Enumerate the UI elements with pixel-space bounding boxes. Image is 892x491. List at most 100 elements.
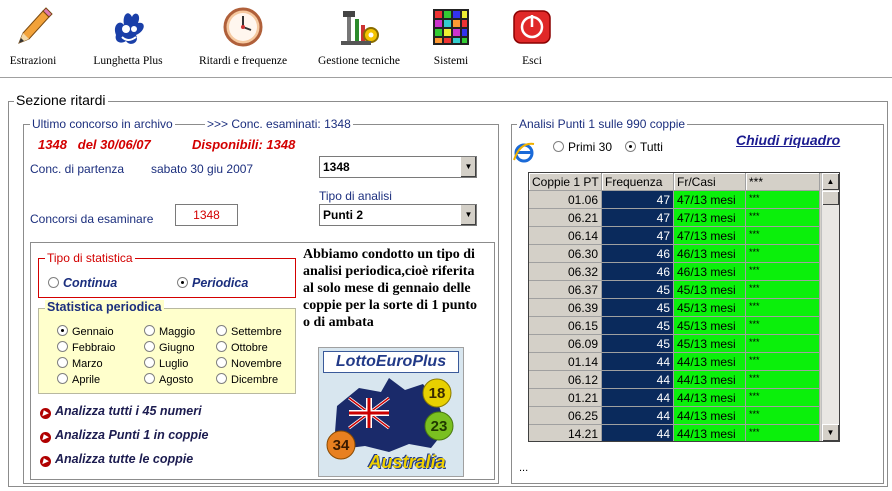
month-settembre[interactable]: Settembre bbox=[216, 325, 282, 338]
table-row[interactable]: 06.39 45 45/13 mesi *** bbox=[529, 299, 820, 317]
month-maggio[interactable]: Maggio bbox=[144, 325, 195, 338]
results-grid[interactable]: Coppie 1 PT Frequenza Fr/Casi *** 01.06 4… bbox=[528, 172, 840, 442]
logo-title: LottoEuroPlus bbox=[323, 351, 459, 373]
toolbar-button-ritardi[interactable]: Ritardi e frequenze bbox=[186, 0, 300, 75]
column-header[interactable]: *** bbox=[746, 173, 820, 191]
logo-subtitle: Australia bbox=[368, 452, 446, 472]
radio-circle[interactable] bbox=[553, 141, 564, 152]
table-row[interactable]: 06.09 45 45/13 mesi *** bbox=[529, 335, 820, 353]
ratio-cell: 46/13 mesi bbox=[674, 245, 746, 263]
table-row[interactable]: 06.25 44 44/13 mesi *** bbox=[529, 407, 820, 425]
month-febbraio[interactable]: Febbraio bbox=[57, 341, 115, 354]
pair-cell: 06.25 bbox=[529, 407, 602, 425]
ratio-cell: 47/13 mesi bbox=[674, 227, 746, 245]
table-row[interactable]: 06.12 44 44/13 mesi *** bbox=[529, 371, 820, 389]
analysis-type-select[interactable]: Punti 2 ▼ bbox=[319, 204, 477, 226]
table-row[interactable]: 01.06 47 47/13 mesi *** bbox=[529, 191, 820, 209]
column-header[interactable]: Fr/Casi bbox=[674, 173, 746, 191]
table-row[interactable]: 01.14 44 44/13 mesi *** bbox=[529, 353, 820, 371]
radio-circle-selected[interactable] bbox=[177, 277, 188, 288]
analyze-all-link[interactable]: ▶ Analizza tutti i 45 numeri bbox=[40, 404, 202, 419]
scroll-down-icon[interactable]: ▼ bbox=[822, 424, 839, 441]
ratio-cell: 44/13 mesi bbox=[674, 353, 746, 371]
toolbar-button-estrazioni[interactable]: Estrazioni bbox=[0, 0, 66, 75]
toolbar-button-gestione[interactable]: Gestione tecniche bbox=[306, 0, 412, 75]
radio-circle[interactable] bbox=[48, 277, 59, 288]
table-row[interactable]: 06.15 45 45/13 mesi *** bbox=[529, 317, 820, 335]
analyze-pairs-label: Analizza Punti 1 in coppie bbox=[55, 428, 209, 442]
radio-continua[interactable]: Continua bbox=[48, 276, 117, 290]
stars-cell: *** bbox=[746, 263, 820, 281]
month-ottobre[interactable]: Ottobre bbox=[216, 341, 268, 354]
table-row[interactable]: 01.21 44 44/13 mesi *** bbox=[529, 389, 820, 407]
stars-cell: *** bbox=[746, 227, 820, 245]
radio-tutti[interactable]: Tutti bbox=[625, 140, 663, 154]
available-count: Disponibili: 1348 bbox=[192, 137, 296, 152]
analyze-all-pairs-link[interactable]: ▶ Analizza tutte le coppie bbox=[40, 452, 193, 467]
radio-circle-selected[interactable] bbox=[57, 325, 68, 336]
table-row[interactable]: 14.21 44 44/13 mesi *** bbox=[529, 425, 820, 441]
frequency-cell: 44 bbox=[602, 389, 674, 407]
month-gennaio[interactable]: Gennaio bbox=[57, 325, 114, 338]
ratio-cell: 45/13 mesi bbox=[674, 299, 746, 317]
to-examine-input[interactable]: 1348 bbox=[175, 204, 238, 226]
chevron-down-icon[interactable]: ▼ bbox=[460, 157, 476, 177]
table-row[interactable]: 06.14 47 47/13 mesi *** bbox=[529, 227, 820, 245]
month-agosto[interactable]: Agosto bbox=[144, 373, 193, 386]
start-draw-select[interactable]: 1348 ▼ bbox=[319, 156, 477, 178]
play-icon: ▶ bbox=[40, 432, 51, 443]
toolbar-button-lunghetta[interactable]: Lunghetta Plus bbox=[80, 0, 176, 75]
analyze-pairs-link[interactable]: ▶ Analizza Punti 1 in coppie bbox=[40, 428, 209, 443]
vertical-scrollbar[interactable]: ▲ ▼ bbox=[821, 173, 839, 441]
close-panel-link[interactable]: Chiudi riquadro bbox=[736, 132, 840, 148]
radio-primi30[interactable]: Primi 30 bbox=[553, 140, 612, 154]
radio-circle[interactable] bbox=[216, 341, 227, 352]
table-row[interactable]: 06.21 47 47/13 mesi *** bbox=[529, 209, 820, 227]
radio-circle[interactable] bbox=[144, 325, 155, 336]
stars-cell: *** bbox=[746, 389, 820, 407]
table-row[interactable]: 06.30 46 46/13 mesi *** bbox=[529, 245, 820, 263]
radio-circle[interactable] bbox=[216, 373, 227, 384]
grid-icon bbox=[433, 9, 469, 45]
chevron-down-icon[interactable]: ▼ bbox=[460, 205, 476, 225]
stars-cell: *** bbox=[746, 335, 820, 353]
month-dicembre[interactable]: Dicembre bbox=[216, 373, 278, 386]
radio-circle[interactable] bbox=[57, 357, 68, 368]
pair-cell: 06.32 bbox=[529, 263, 602, 281]
column-header[interactable]: Coppie 1 PT bbox=[529, 173, 602, 191]
table-row[interactable]: 06.32 46 46/13 mesi *** bbox=[529, 263, 820, 281]
power-icon bbox=[513, 10, 551, 44]
analysis-type-value: Punti 2 bbox=[323, 208, 364, 222]
scroll-thumb[interactable] bbox=[822, 191, 839, 205]
stars-cell: *** bbox=[746, 245, 820, 263]
radio-circle[interactable] bbox=[144, 373, 155, 384]
month-luglio[interactable]: Luglio bbox=[144, 357, 188, 370]
stars-cell: *** bbox=[746, 353, 820, 371]
to-examine-label: Concorsi da esaminare bbox=[30, 212, 154, 226]
radio-circle[interactable] bbox=[216, 357, 227, 368]
radio-circle[interactable] bbox=[57, 373, 68, 384]
radio-circle-selected[interactable] bbox=[625, 141, 636, 152]
month-marzo[interactable]: Marzo bbox=[57, 357, 103, 370]
radio-periodica-label: Periodica bbox=[192, 276, 249, 290]
month-aprile[interactable]: Aprile bbox=[57, 373, 100, 386]
toolbar-button-esci[interactable]: Esci bbox=[504, 0, 560, 75]
column-header[interactable]: Frequenza bbox=[602, 173, 674, 191]
month-giugno[interactable]: Giugno bbox=[144, 341, 194, 354]
toolbar-button-sistemi[interactable]: Sistemi bbox=[420, 0, 482, 75]
radio-circle[interactable] bbox=[216, 325, 227, 336]
month-novembre[interactable]: Novembre bbox=[216, 357, 282, 370]
radio-circle[interactable] bbox=[57, 341, 68, 352]
play-icon: ▶ bbox=[40, 408, 51, 419]
radio-continua-label: Continua bbox=[63, 276, 118, 290]
scroll-up-icon[interactable]: ▲ bbox=[822, 173, 839, 190]
table-row[interactable]: 06.37 45 45/13 mesi *** bbox=[529, 281, 820, 299]
frequency-cell: 44 bbox=[602, 371, 674, 389]
pair-cell: 01.06 bbox=[529, 191, 602, 209]
frequency-cell: 46 bbox=[602, 245, 674, 263]
ratio-cell: 46/13 mesi bbox=[674, 263, 746, 281]
radio-circle[interactable] bbox=[144, 341, 155, 352]
radio-periodica[interactable]: Periodica bbox=[177, 276, 248, 290]
radio-circle[interactable] bbox=[144, 357, 155, 368]
internet-explorer-icon[interactable] bbox=[512, 140, 536, 164]
